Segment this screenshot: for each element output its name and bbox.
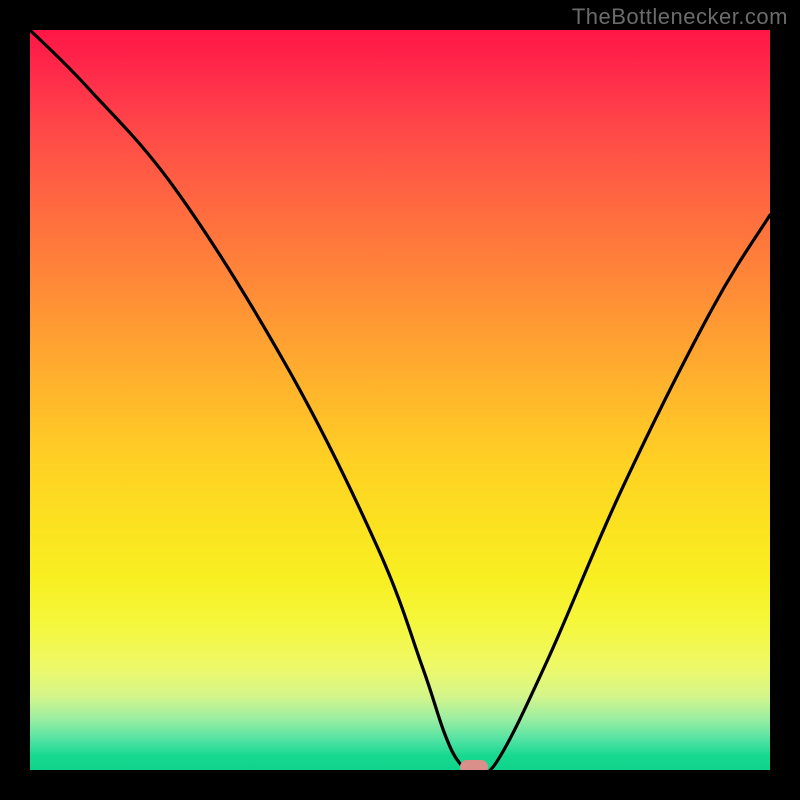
chart-stage: TheBottlenecker.com [0,0,800,800]
curve-svg [30,30,770,770]
bottleneck-curve [30,30,770,770]
plot-area [30,30,770,770]
optimal-marker [460,760,488,770]
watermark-text: TheBottlenecker.com [572,4,788,30]
